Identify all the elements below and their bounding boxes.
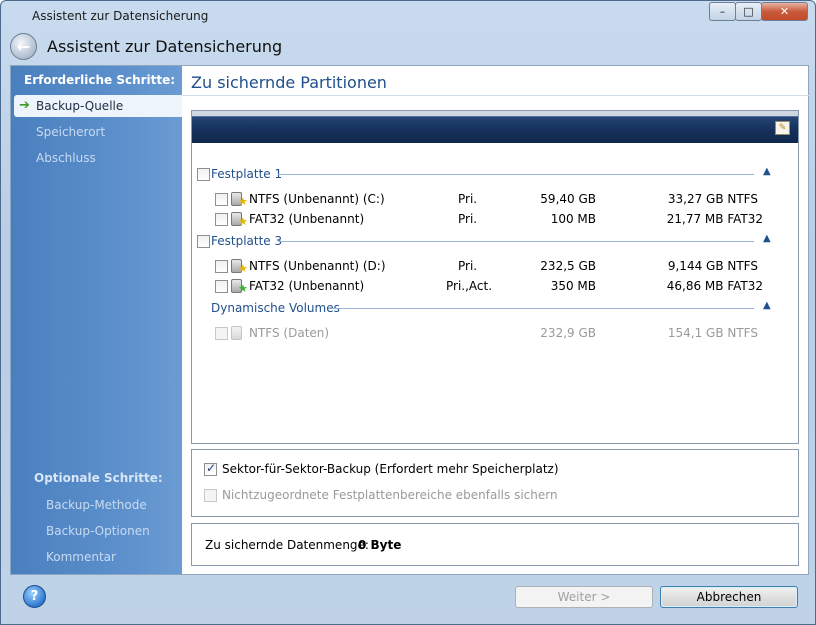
sidebar-item-comment[interactable]: Kommentar (46, 550, 116, 564)
sidebar-item-finish[interactable]: Abschluss (14, 147, 182, 169)
partition-size: 232,5 GB (540, 259, 596, 273)
group-label-disk-1: Festplatte 1 (211, 167, 283, 181)
sidebar-item-backup-options[interactable]: Backup-Optionen (46, 524, 150, 538)
disk-icon: ★ (231, 258, 248, 274)
optional-steps-heading: Optionale Schritte: (34, 471, 163, 485)
partition-free: 46,86 MB FAT32 (666, 279, 763, 293)
sidebar-item-destination[interactable]: Speicherort (14, 121, 182, 143)
partition-checkbox[interactable] (215, 280, 228, 293)
partition-checkbox[interactable] (215, 193, 228, 206)
sidebar-item-label: Speicherort (36, 125, 106, 139)
group-divider (332, 308, 754, 309)
cancel-button[interactable]: Abbrechen (660, 586, 798, 608)
partition-name: NTFS (Daten) (249, 326, 330, 340)
title-divider (182, 95, 809, 96)
group-label-disk-3: Festplatte 3 (211, 234, 283, 248)
partition-name: FAT32 (Unbenannt) (249, 212, 365, 226)
partition-checkbox[interactable] (215, 260, 228, 273)
group-divider (278, 174, 754, 175)
group-checkbox-disk-1[interactable] (197, 168, 210, 181)
partition-free: 154,1 GB NTFS (667, 326, 758, 340)
partition-free: 33,27 GB NTFS (667, 192, 758, 206)
data-size-label: Zu sichernde Datenmenge: (205, 538, 369, 552)
partition-name: NTFS (Unbenannt) (D:) (249, 259, 386, 273)
partition-size: 100 MB (550, 212, 596, 226)
partition-free: 21,77 MB FAT32 (666, 212, 763, 226)
partition-type: Pri.,Act. (446, 279, 493, 293)
window-title: Assistent zur Datensicherung (32, 9, 209, 23)
sidebar-item-label: Abschluss (36, 151, 96, 165)
steps-sidebar: Erforderliche Schritte: ➔ Backup-Quelle … (11, 66, 182, 574)
unallocated-checkbox (204, 489, 217, 502)
unallocated-label: Nichtzugeordnete Festplattenbereiche ebe… (222, 488, 558, 502)
partition-checkbox (215, 327, 228, 340)
data-size-value: 0 Byte (358, 538, 402, 552)
required-steps-heading: Erforderliche Schritte: (24, 73, 176, 87)
chevron-up-icon[interactable]: ▲ (763, 233, 771, 244)
group-divider (278, 241, 754, 242)
next-button[interactable]: Weiter > (515, 586, 653, 608)
close-button[interactable]: ✕ (761, 2, 808, 21)
chevron-up-icon[interactable]: ▲ (763, 166, 771, 177)
sidebar-item-backup-source[interactable]: ➔ Backup-Quelle (14, 95, 182, 117)
sidebar-item-label: Backup-Quelle (36, 99, 124, 113)
window-controls: – □ ✕ (709, 2, 808, 21)
panel-toolbar: ✎ (192, 111, 798, 143)
disk-icon: ★ (231, 191, 248, 207)
partition-free: 9,144 GB NTFS (667, 259, 758, 273)
disk-icon: ★ (231, 211, 248, 227)
disk-icon (231, 325, 247, 341)
partition-type: Pri. (458, 212, 478, 226)
page-title: Zu sichernde Partitionen (191, 73, 387, 92)
partition-size: 59,40 GB (540, 192, 596, 206)
sector-backup-label: Sektor-für-Sektor-Backup (Erfordert mehr… (222, 462, 559, 476)
group-label-dynamic-volumes: Dynamische Volumes (211, 301, 340, 315)
minimize-button[interactable]: – (709, 2, 736, 21)
partition-type: Pri. (458, 192, 478, 206)
wizard-title: Assistent zur Datensicherung (47, 37, 283, 56)
sidebar-item-backup-method[interactable]: Backup-Methode (46, 498, 147, 512)
chevron-up-icon[interactable]: ▲ (763, 300, 771, 311)
partition-name: FAT32 (Unbenannt) (249, 279, 365, 293)
partition-type: Pri. (458, 259, 478, 273)
wizard-window: Assistent zur Datensicherung – □ ✕ ← Ass… (0, 0, 816, 625)
partition-checkbox[interactable] (215, 213, 228, 226)
partition-size: 350 MB (550, 279, 596, 293)
disk-active-icon: ★ (231, 278, 248, 294)
back-arrow-icon[interactable]: ← (10, 33, 37, 60)
partition-name: NTFS (Unbenannt) (C:) (249, 192, 385, 206)
edit-notes-icon[interactable]: ✎ (775, 121, 790, 135)
group-checkbox-disk-3[interactable] (197, 235, 210, 248)
help-icon[interactable]: ? (23, 585, 46, 608)
data-size-panel: Zu sichernde Datenmenge: 0 Byte (191, 523, 799, 566)
sector-backup-checkbox[interactable] (204, 461, 217, 476)
arrow-right-icon: ➔ (19, 98, 30, 113)
partition-size: 232,9 GB (540, 326, 596, 340)
backup-options-panel: Sektor-für-Sektor-Backup (Erfordert mehr… (191, 449, 799, 517)
partitions-panel: ✎ Festplatte 1 ▲ ★ NTFS (Unbenannt) (C:)… (191, 110, 799, 444)
wizard-content: Erforderliche Schritte: ➔ Backup-Quelle … (10, 65, 809, 575)
maximize-button[interactable]: □ (735, 2, 762, 21)
